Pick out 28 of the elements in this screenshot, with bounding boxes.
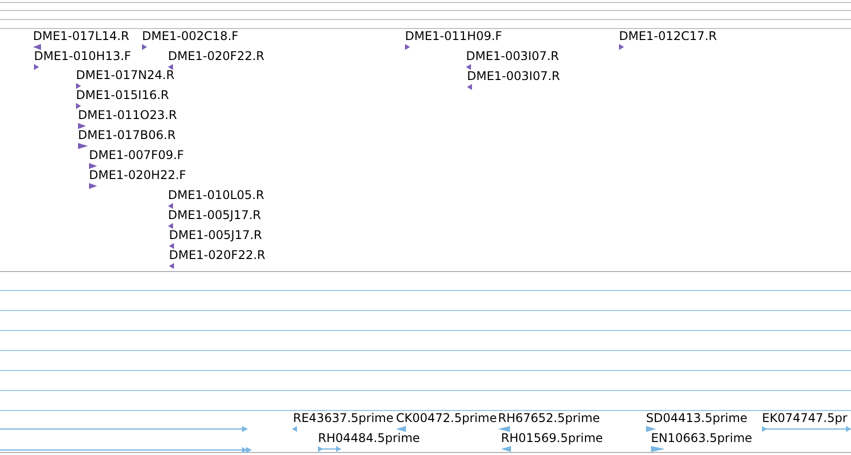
- feature-label: DME1-010H13.F: [34, 49, 132, 63]
- feature-label: DME1-007F09.F: [89, 148, 184, 162]
- feature-label: RE43637.5prime: [293, 411, 394, 425]
- feature-label: EN10663.5prime: [651, 431, 752, 445]
- feature-label: DME1-003I07.R: [467, 69, 560, 83]
- feature-label: DME1-015I16.R: [76, 88, 170, 102]
- feature-label: DME1-012C17.R: [619, 29, 717, 43]
- feature-label: RH67652.5prime: [498, 411, 600, 425]
- feature-label: DME1-020H22.F: [89, 168, 186, 182]
- feature-label: DME1-005J17.R: [168, 208, 262, 222]
- feature-label: RH04484.5prime: [318, 431, 420, 445]
- feature-label: DME1-017L14.R: [33, 29, 130, 43]
- feature-label: RH01569.5prime: [501, 431, 603, 445]
- continuation-arrow-icon: [0, 447, 252, 453]
- continuation-arrow-icon: [0, 426, 248, 432]
- feature-label: DME1-017N24.R: [76, 68, 174, 82]
- feature-label: DME1-017B06.R: [78, 128, 176, 142]
- feature-label: CK00472.5prime: [396, 411, 497, 425]
- feature-label: DME1-003I07.R: [466, 49, 560, 63]
- feature-label: DME1-011O23.R: [78, 108, 177, 122]
- feature-label: EK074747.5pr: [762, 411, 848, 425]
- feature-label: DME1-002C18.F: [142, 29, 238, 43]
- feature-label: DME1-011H09.F: [405, 29, 502, 43]
- feature-label: DME1-020F22.R: [168, 49, 264, 63]
- feature-label: DME1-005J17.R: [169, 228, 262, 242]
- feature-label: SD04413.5prime: [646, 411, 748, 425]
- feature-label: DME1-020F22.R: [169, 248, 266, 262]
- feature-label: DME1-010L05.R: [168, 188, 264, 202]
